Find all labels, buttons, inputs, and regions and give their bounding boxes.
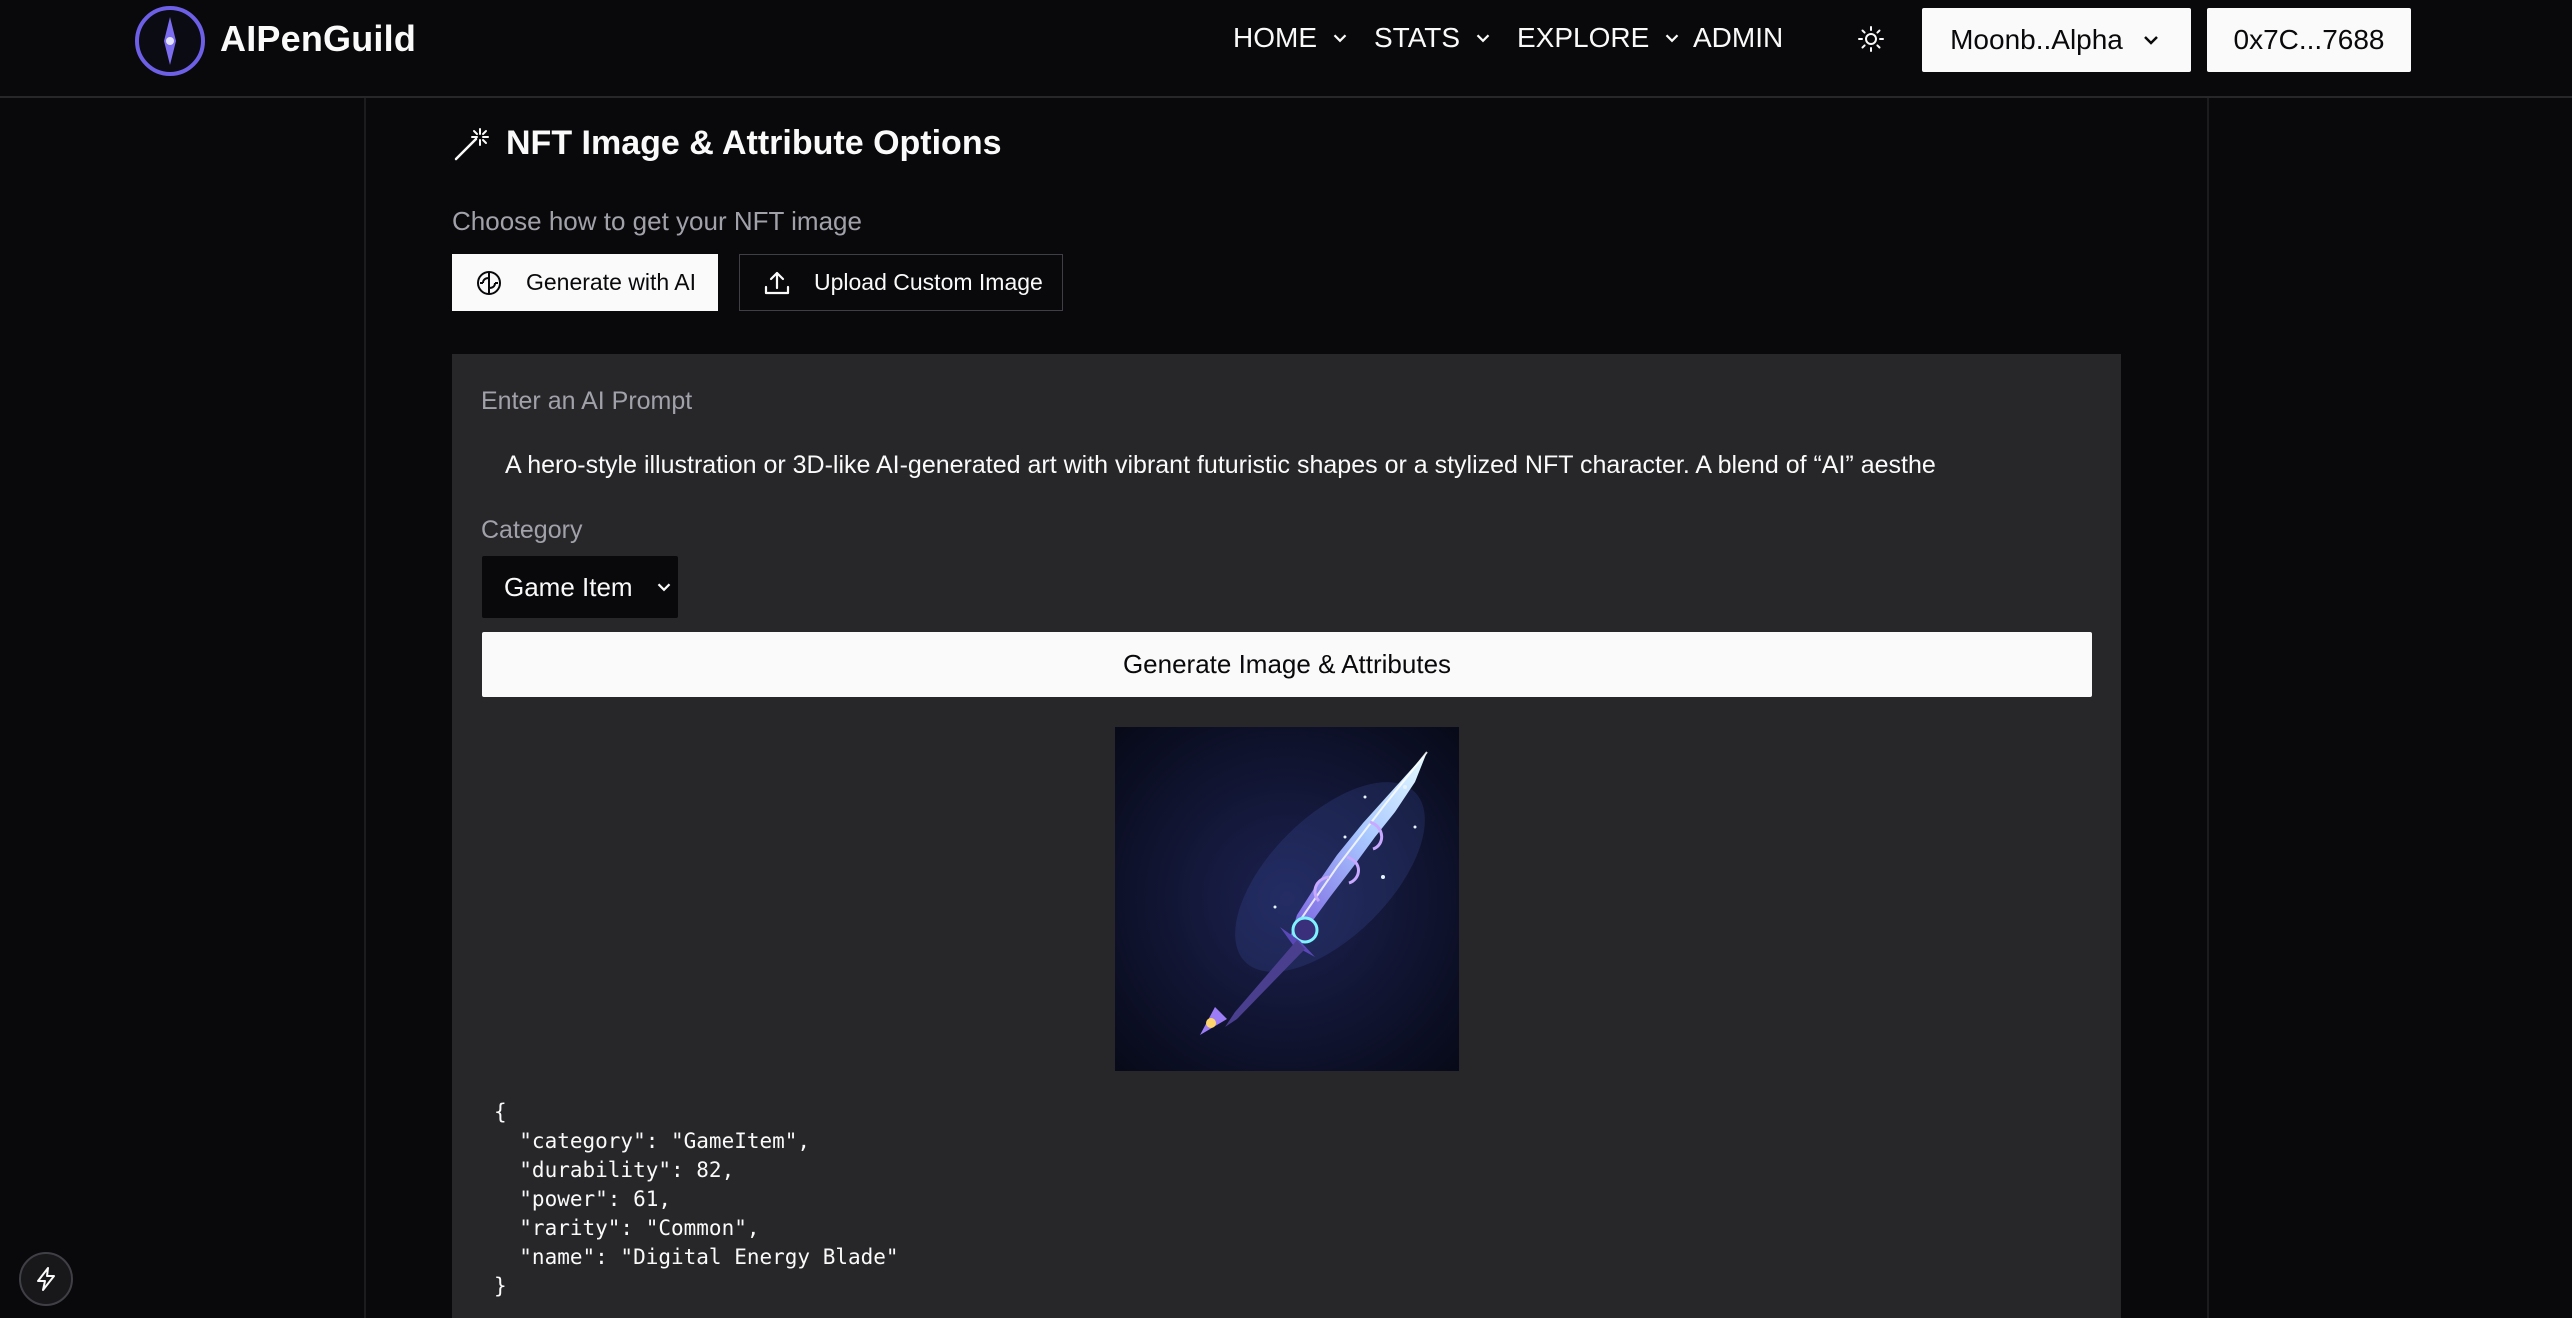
network-selector-button[interactable]: Moonb..Alpha <box>1922 8 2191 72</box>
top-header: AIPenGuild HOME STATS EXPLORE ADMIN Moon… <box>0 0 2572 98</box>
section-title-text: NFT Image & Attribute Options <box>506 124 1002 162</box>
prompt-label: Enter an AI Prompt <box>481 387 693 415</box>
category-label: Category <box>481 516 583 544</box>
category-select[interactable]: Game Item <box>482 556 678 618</box>
chevron-down-icon <box>1665 34 1679 43</box>
generate-with-ai-label: Generate with AI <box>526 269 697 295</box>
nav-admin-label: ADMIN <box>1693 22 1784 53</box>
generate-image-attributes-button[interactable]: Generate Image & Attributes <box>482 632 2092 697</box>
generate-with-ai-button[interactable]: Generate with AI <box>452 254 718 311</box>
upload-custom-image-button[interactable]: Upload Custom Image <box>739 254 1063 311</box>
bolt-icon <box>37 1267 55 1291</box>
energy-blade-artwork <box>1115 727 1459 1071</box>
wallet-label: 0x7C...7688 <box>2233 24 2385 55</box>
network-label: Moonb..Alpha <box>1950 24 2123 55</box>
content-left-border <box>364 98 366 1318</box>
nav-admin[interactable]: ADMIN <box>1693 22 1783 54</box>
generate-button-label: Generate Image & Attributes <box>1122 649 1452 679</box>
generated-nft-image <box>1115 727 1459 1071</box>
nav-explore[interactable]: EXPLORE <box>1517 22 1683 54</box>
wallet-address-button[interactable]: 0x7C...7688 <box>2207 8 2411 72</box>
category-value: Game Item <box>504 571 633 602</box>
section-subtitle: Choose how to get your NFT image <box>452 206 862 236</box>
dev-tools-button[interactable] <box>19 1252 73 1306</box>
brand-name[interactable]: AIPenGuild <box>220 18 416 60</box>
nav-stats-label: STATS <box>1374 22 1461 53</box>
upload-custom-image-label: Upload Custom Image <box>814 269 1043 295</box>
nav-home-label: HOME <box>1233 22 1317 53</box>
upload-icon <box>764 271 790 294</box>
nav-home[interactable]: HOME <box>1233 22 1351 54</box>
nav-explore-label: EXPLORE <box>1517 22 1650 53</box>
section-title: NFT Image & Attribute Options <box>452 124 1002 163</box>
prompt-input[interactable]: A hero-style illustration or 3D-like AI-… <box>481 440 2085 490</box>
nav-stats[interactable]: STATS <box>1374 22 1494 54</box>
sun-icon[interactable] <box>1856 24 1886 54</box>
compass-logo-icon[interactable] <box>134 5 206 77</box>
content-right-border <box>2207 98 2209 1318</box>
chevron-down-icon <box>1476 34 1490 43</box>
generated-attributes-json: { "category": "GameItem", "durability": … <box>494 1100 899 1298</box>
magic-wand-icon <box>454 127 489 160</box>
chevron-down-icon <box>1333 34 1347 43</box>
brain-icon <box>477 270 501 295</box>
chevron-down-icon <box>2144 36 2158 45</box>
chevron-down-icon <box>657 583 670 592</box>
